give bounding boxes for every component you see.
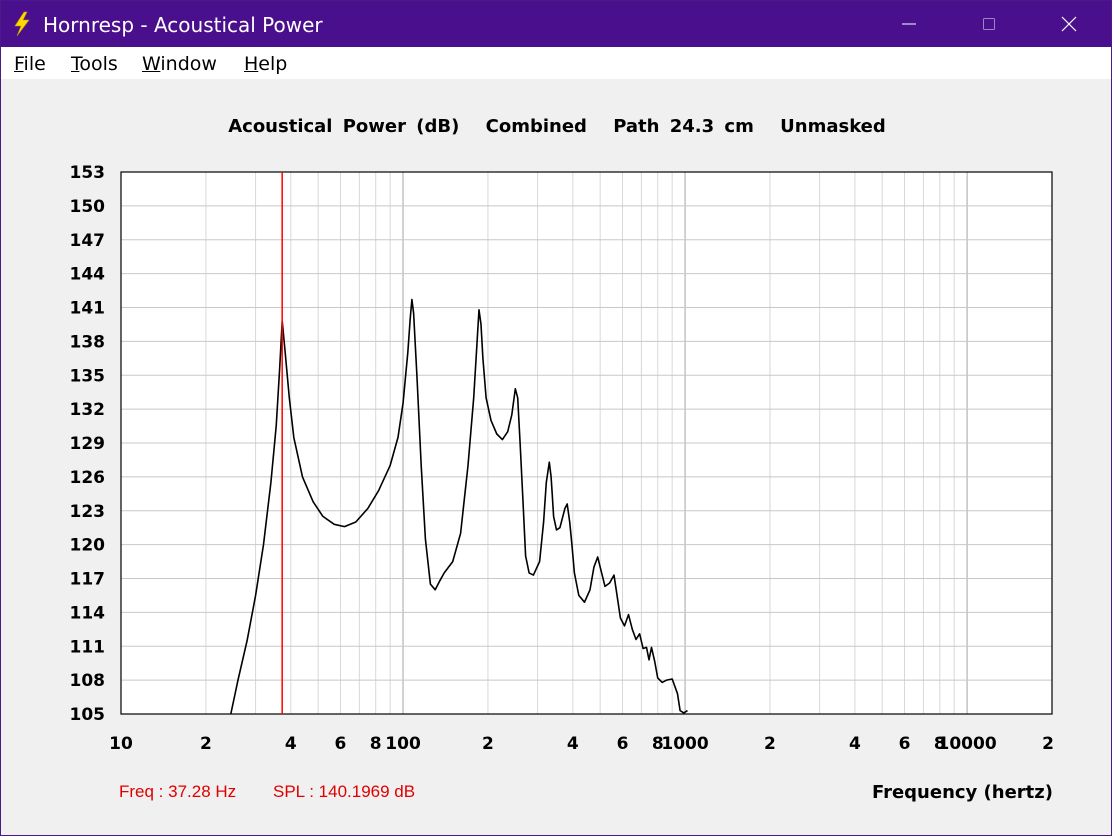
y-tick-label: 138 [70,332,106,352]
y-tick-label: 123 [70,502,106,522]
y-tick-label: 126 [70,468,106,488]
y-tick-label: 111 [70,637,106,657]
y-tick-label: 153 [70,163,106,183]
y-tick-label: 150 [70,197,106,217]
x-tick-label: 10 [109,734,133,754]
y-tick-label: 147 [70,231,106,251]
x-tick-label: 2 [1042,734,1054,754]
y-tick-label: 132 [70,400,106,420]
x-tick-label: 6 [899,734,911,754]
x-tick-label: 8 [370,734,382,754]
y-tick-label: 135 [70,366,106,386]
x-tick-label: 10000 [938,734,997,754]
x-tick-label: 4 [285,734,297,754]
x-tick-label: 2 [482,734,494,754]
x-tick-label: 4 [567,734,579,754]
x-tick-label: 6 [335,734,347,754]
spl-readout: SPL : 140.1969 dB [273,782,416,801]
x-tick-label: 4 [849,734,861,754]
y-tick-label: 105 [70,705,106,725]
y-tick-label: 114 [70,603,106,623]
x-axis-label: Frequency (hertz) [871,782,1053,803]
power-chart[interactable]: 153 150 147 144 141 138 135 132 129 126 123 120 117 1… [1,1,1111,835]
x-tick-label: 1000 [661,734,708,754]
app-window: Hornresp - Acoustical Power File Tools W… [0,0,1112,836]
y-tick-label: 129 [70,434,106,454]
y-tick-label: 120 [70,536,106,556]
y-tick-label: 141 [70,299,106,319]
x-tick-label: 100 [385,734,421,754]
freq-readout: Freq : 37.28 Hz [119,782,237,801]
x-tick-label: 2 [764,734,776,754]
y-tick-label: 144 [70,265,106,285]
x-tick-label: 6 [617,734,629,754]
x-tick-label: 2 [200,734,212,754]
y-tick-label: 117 [70,570,106,590]
y-tick-label: 108 [70,671,106,691]
